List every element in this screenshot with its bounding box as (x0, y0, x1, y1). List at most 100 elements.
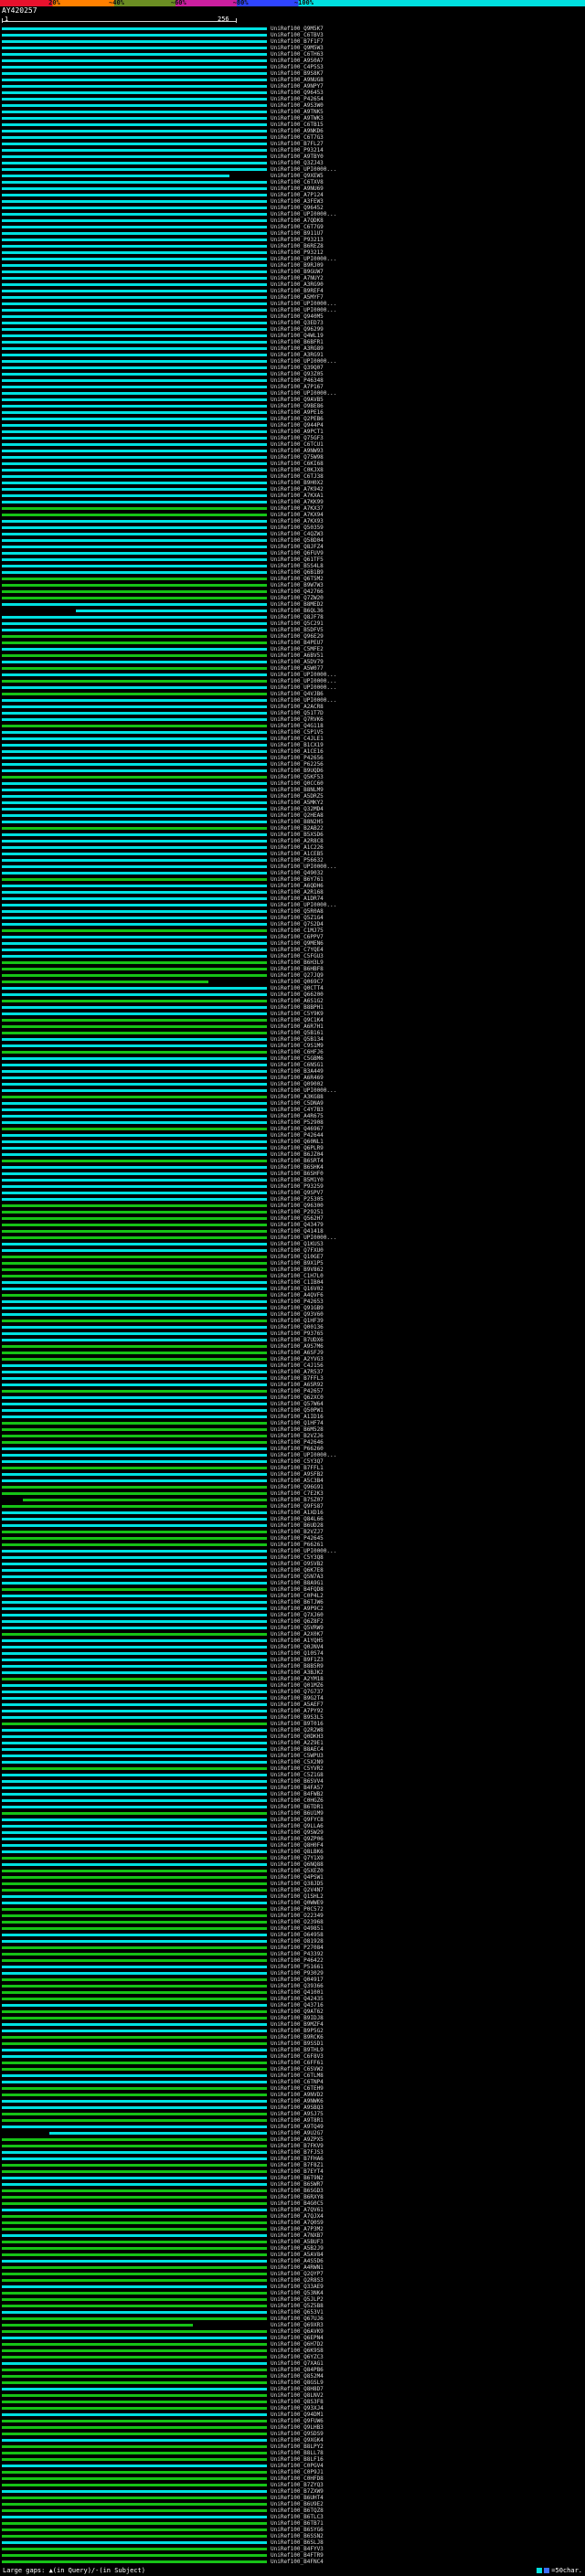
hit-bar[interactable] (2, 475, 267, 478)
hit-bar[interactable] (2, 1313, 267, 1316)
hit-label[interactable]: UniRef100_B9T016 (271, 1721, 324, 1727)
hit-bar[interactable] (2, 673, 267, 676)
hit-label[interactable]: UniRef100_B6SWR7 (271, 2181, 324, 2188)
hit-label[interactable]: UniRef100_B7FKV9 (271, 2143, 324, 2149)
hit-label[interactable]: UniRef100_B9X1P5 (271, 1260, 324, 1267)
hit-bar[interactable] (2, 2119, 267, 2122)
hit-bar[interactable] (2, 2458, 267, 2461)
hit-bar[interactable] (2, 2305, 267, 2307)
hit-bar[interactable] (2, 1582, 267, 1585)
hit-bar[interactable] (2, 769, 267, 772)
hit-bar[interactable] (2, 2068, 267, 2071)
hit-label[interactable]: UniRef100_Q8LNV2 (271, 2392, 324, 2399)
hit-label[interactable]: UniRef100_A9PCT1 (271, 429, 324, 435)
hit-bar[interactable] (2, 1390, 267, 1393)
hit-bar[interactable] (2, 2330, 267, 2333)
hit-label[interactable]: UniRef100_Q6NQ88 (271, 1861, 324, 1868)
hit-label[interactable]: UniRef100_A7QDK8 (271, 217, 324, 224)
hit-bar[interactable] (2, 1108, 267, 1111)
hit-bar[interactable] (2, 2381, 267, 2384)
hit-label[interactable]: UniRef100_Q09002 (271, 1081, 324, 1087)
hit-bar[interactable] (2, 1230, 267, 1233)
hit-label[interactable]: UniRef100_A4S5D6 (271, 2258, 324, 2264)
hit-bar[interactable] (2, 859, 267, 862)
hit-label[interactable]: UniRef100_C6F8V3 (271, 2053, 324, 2060)
hit-bar[interactable] (2, 917, 267, 919)
hit-label[interactable]: UniRef100_B9REF4 (271, 288, 324, 294)
hit-label[interactable]: UniRef100_UPI0000... (271, 684, 336, 691)
hit-bar[interactable] (2, 469, 267, 472)
hit-label[interactable]: UniRef100_P46348 (271, 377, 324, 384)
hit-bar[interactable] (2, 616, 267, 619)
hit-bar[interactable] (2, 2471, 267, 2474)
hit-label[interactable]: UniRef100_A9PE16 (271, 409, 324, 416)
hit-label[interactable]: UniRef100_A9S0A7 (271, 58, 324, 64)
hit-bar[interactable] (2, 1460, 267, 1463)
hit-bar[interactable] (2, 1563, 267, 1565)
hit-bar[interactable] (2, 1876, 267, 1879)
hit-bar[interactable] (2, 1454, 267, 1457)
hit-label[interactable]: UniRef100_UPI0000... (271, 166, 336, 173)
hit-bar[interactable] (2, 1793, 267, 1796)
hit-bar[interactable] (2, 2298, 267, 2301)
hit-label[interactable]: UniRef100_C6TNP4 (271, 2079, 324, 2085)
hit-bar[interactable] (2, 2209, 267, 2211)
hit-label[interactable]: UniRef100_C5P1V5 (271, 729, 324, 736)
hit-label[interactable]: UniRef100_B8NLM9 (271, 787, 324, 793)
hit-label[interactable]: UniRef100_P42653 (271, 1299, 324, 1305)
hit-label[interactable]: UniRef100_Q5B134 (271, 1036, 324, 1043)
hit-label[interactable]: UniRef100_P42654 (271, 96, 324, 102)
hit-bar[interactable] (2, 1473, 267, 1476)
hit-label[interactable]: UniRef100_B7FFL1 (271, 1465, 324, 1471)
hit-label[interactable]: UniRef100_Q9SDS9 (271, 2431, 324, 2437)
hit-bar[interactable] (2, 2273, 267, 2275)
hit-bar[interactable] (2, 1179, 267, 1182)
hit-bar[interactable] (2, 40, 267, 43)
hit-bar[interactable] (2, 2138, 267, 2141)
hit-bar[interactable] (2, 1601, 267, 1604)
hit-bar[interactable] (2, 1863, 267, 1866)
hit-bar[interactable] (2, 1991, 267, 1994)
hit-bar[interactable] (2, 718, 267, 721)
hit-label[interactable]: UniRef100_C5DNA9 (271, 1100, 324, 1107)
hit-bar[interactable] (2, 315, 267, 318)
hit-bar[interactable] (2, 1742, 267, 1744)
hit-label[interactable]: UniRef100_O49851 (271, 1925, 324, 1932)
hit-label[interactable]: UniRef100_Q940M5 (271, 313, 324, 320)
hit-label[interactable]: UniRef100_Q62XC0 (271, 1394, 324, 1401)
hit-bar[interactable] (2, 1998, 267, 2000)
hit-label[interactable]: UniRef100_B7EYT4 (271, 2168, 324, 2175)
hit-label[interactable]: UniRef100_Q9FYC8 (271, 1817, 324, 1823)
hit-label[interactable]: UniRef100_C4JLE1 (271, 736, 324, 742)
hit-bar[interactable] (2, 2113, 267, 2115)
hit-bar[interactable] (2, 194, 267, 196)
hit-label[interactable]: UniRef100_B9MZF4 (271, 2021, 324, 2028)
hit-bar[interactable] (2, 2413, 267, 2416)
hit-label[interactable]: UniRef100_Q75GF3 (271, 435, 324, 441)
hit-bar[interactable] (2, 181, 267, 184)
hit-bar[interactable] (2, 1076, 267, 1079)
hit-label[interactable]: UniRef100_B6HBF8 (271, 966, 324, 972)
hit-label[interactable]: UniRef100_P93259 (271, 1183, 324, 1190)
hit-bar[interactable] (2, 2548, 267, 2550)
hit-label[interactable]: UniRef100_Q32MD4 (271, 806, 324, 812)
hit-bar[interactable] (2, 2522, 267, 2525)
hit-bar[interactable] (2, 187, 267, 190)
hit-label[interactable]: UniRef100_Q42435 (271, 1996, 324, 2002)
hit-bar[interactable] (2, 1441, 267, 1444)
hit-bar[interactable] (2, 2100, 267, 2103)
hit-label[interactable]: UniRef100_A6R7H1 (271, 1023, 324, 1030)
hit-label[interactable]: UniRef100_Q0DKH3 (271, 1733, 324, 1740)
hit-label[interactable]: UniRef100_B5M1Y0 (271, 1177, 324, 1183)
hit-bar[interactable] (2, 1422, 267, 1425)
hit-label[interactable]: UniRef100_Q5Z5B8 (271, 2303, 324, 2309)
hit-label[interactable]: UniRef100_B7F1F7 (271, 38, 324, 45)
hit-bar[interactable] (2, 1486, 267, 1489)
hit-bar[interactable] (2, 1115, 267, 1118)
hit-label[interactable]: UniRef100_B6M528 (271, 1426, 324, 1433)
hit-label[interactable]: UniRef100_A5AV84 (271, 2252, 324, 2258)
hit-label[interactable]: UniRef100_Q61TF5 (271, 557, 324, 563)
hit-label[interactable]: UniRef100_Q04917 (271, 1977, 324, 1983)
hit-bar[interactable] (2, 1492, 267, 1495)
hit-label[interactable]: UniRef100_C9S1M9 (271, 1043, 324, 1049)
